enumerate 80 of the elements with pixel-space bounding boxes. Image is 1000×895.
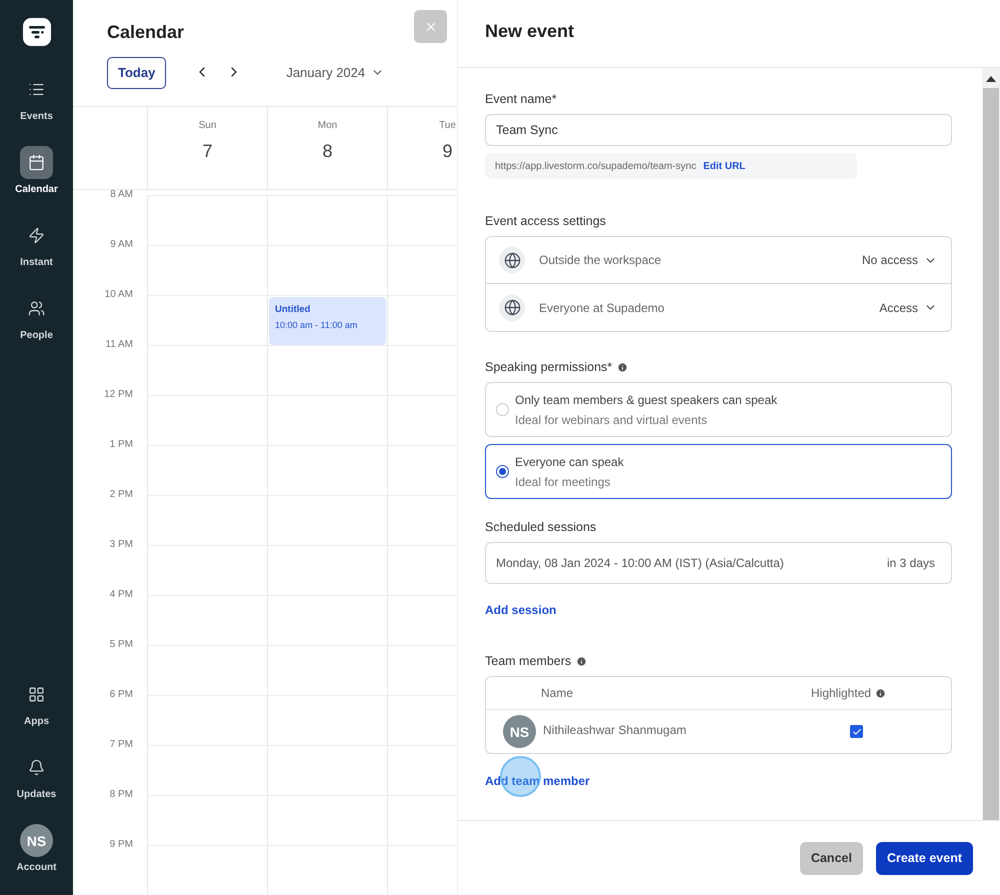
weekday-label: Tue — [439, 120, 456, 131]
account-item[interactable]: NS Account — [2, 824, 72, 873]
sidebar-icon — [28, 300, 45, 317]
access-group-name: Everyone at Supademo — [539, 300, 666, 314]
member-avatar: NS — [503, 715, 536, 748]
scrollbar-thumb[interactable] — [983, 88, 999, 820]
hour-label: 7 PM — [108, 739, 134, 751]
sidebar-item[interactable]: People — [2, 292, 72, 341]
sidebar-item[interactable]: Events — [2, 73, 72, 122]
radio-button[interactable] — [496, 465, 509, 478]
sidebar-item[interactable]: Instant — [2, 219, 72, 268]
permission-option[interactable]: Only team members & guest speakers can speak Ideal for webinars and virtual events — [485, 382, 952, 437]
sidebar-item[interactable]: Apps — [2, 678, 72, 727]
permission-option[interactable]: Everyone can speak Ideal for meetings — [485, 444, 952, 499]
field-label: Team members — [485, 654, 572, 668]
event-name-field[interactable]: Team Sync — [485, 114, 952, 146]
hour-label: 10 AM — [104, 289, 134, 301]
field-label: Scheduled sessions — [485, 520, 596, 534]
month-selector[interactable]: January 2024 — [280, 64, 390, 82]
session-date: Monday, 08 Jan 2024 - 10:00 AM (IST) (Asia/Calcutta) — [496, 556, 784, 570]
day-number: 8 — [322, 140, 332, 162]
column-header: Highlighted — [811, 686, 872, 700]
sidebar-icon — [28, 154, 45, 171]
option-title: Everyone can speak — [515, 454, 624, 468]
day-number: 9 — [442, 140, 452, 162]
access-dropdown[interactable]: No access — [862, 253, 937, 267]
hour-label: 3 PM — [108, 539, 134, 551]
hour-label: 6 PM — [108, 689, 134, 701]
session-row[interactable]: Monday, 08 Jan 2024 - 10:00 AM (IST) (Asia/Calcutta) in 3 days — [485, 542, 952, 584]
close-button[interactable] — [414, 10, 447, 43]
option-description: Ideal for meetings — [515, 474, 612, 488]
panel-title: New event — [485, 21, 576, 42]
option-description: Ideal for webinars and virtual events — [515, 412, 708, 426]
weekday-label: Sun — [198, 120, 216, 131]
highlighted-checkbox[interactable] — [850, 725, 863, 738]
hour-label: 8 PM — [108, 789, 134, 801]
session-countdown: in 3 days — [886, 556, 935, 570]
check-icon — [852, 726, 862, 736]
sidebar-icon — [28, 759, 45, 776]
scroll-up-icon[interactable] — [986, 76, 996, 82]
info-icon[interactable] — [617, 362, 628, 372]
hour-label: 5 PM — [108, 639, 134, 651]
hour-label: 8 AM — [109, 189, 134, 201]
column-header: Name — [541, 686, 574, 700]
sidebar-icon — [28, 686, 45, 703]
add-session-link[interactable]: Add session — [485, 603, 556, 617]
field-label: Speaking permissions* — [485, 360, 612, 374]
access-dropdown[interactable]: Access — [879, 300, 937, 314]
field-label: Event name* — [485, 92, 557, 106]
hour-label: 9 AM — [109, 239, 134, 251]
hour-label: 1 PM — [108, 439, 134, 451]
event-time: 10:00 am - 11:00 am — [275, 320, 358, 330]
event-title: Untitled — [275, 304, 312, 315]
access-group-name: Outside the workspace — [539, 253, 662, 267]
field-label: Event access settings — [485, 214, 606, 228]
sidebar-item[interactable]: Updates — [2, 751, 72, 800]
hour-label: 11 AM — [104, 339, 134, 351]
cancel-button[interactable]: Cancel — [800, 842, 863, 874]
app-logo[interactable] — [22, 18, 50, 46]
day-number: 7 — [202, 140, 212, 162]
hour-label: 4 PM — [108, 589, 134, 601]
hour-label: 2 PM — [108, 489, 134, 501]
calendar-slot[interactable] — [267, 345, 387, 395]
option-title: Only team members & guest speakers can speak — [515, 392, 778, 406]
globe-icon — [499, 294, 525, 320]
hour-label: 12 PM — [103, 389, 134, 401]
edit-url-link[interactable]: Edit URL — [703, 160, 746, 172]
globe-icon — [499, 247, 525, 273]
hour-label: 9 PM — [108, 839, 134, 851]
create-event-button[interactable]: Create event — [876, 842, 973, 874]
info-icon[interactable] — [875, 688, 886, 698]
today-button[interactable]: Today — [107, 56, 166, 89]
weekday-label: Mon — [318, 120, 338, 131]
sidebar-icon — [28, 227, 45, 244]
calendar-title: Calendar — [107, 22, 184, 43]
event-url: https://app.livestorm.co/supademo/team-sync — [495, 160, 696, 172]
sidebar-icon — [28, 81, 45, 98]
info-icon[interactable] — [576, 656, 588, 666]
sidebar-item[interactable]: Calendar — [2, 146, 72, 195]
member-name: Nithileashwar Shanmugam — [543, 722, 686, 736]
